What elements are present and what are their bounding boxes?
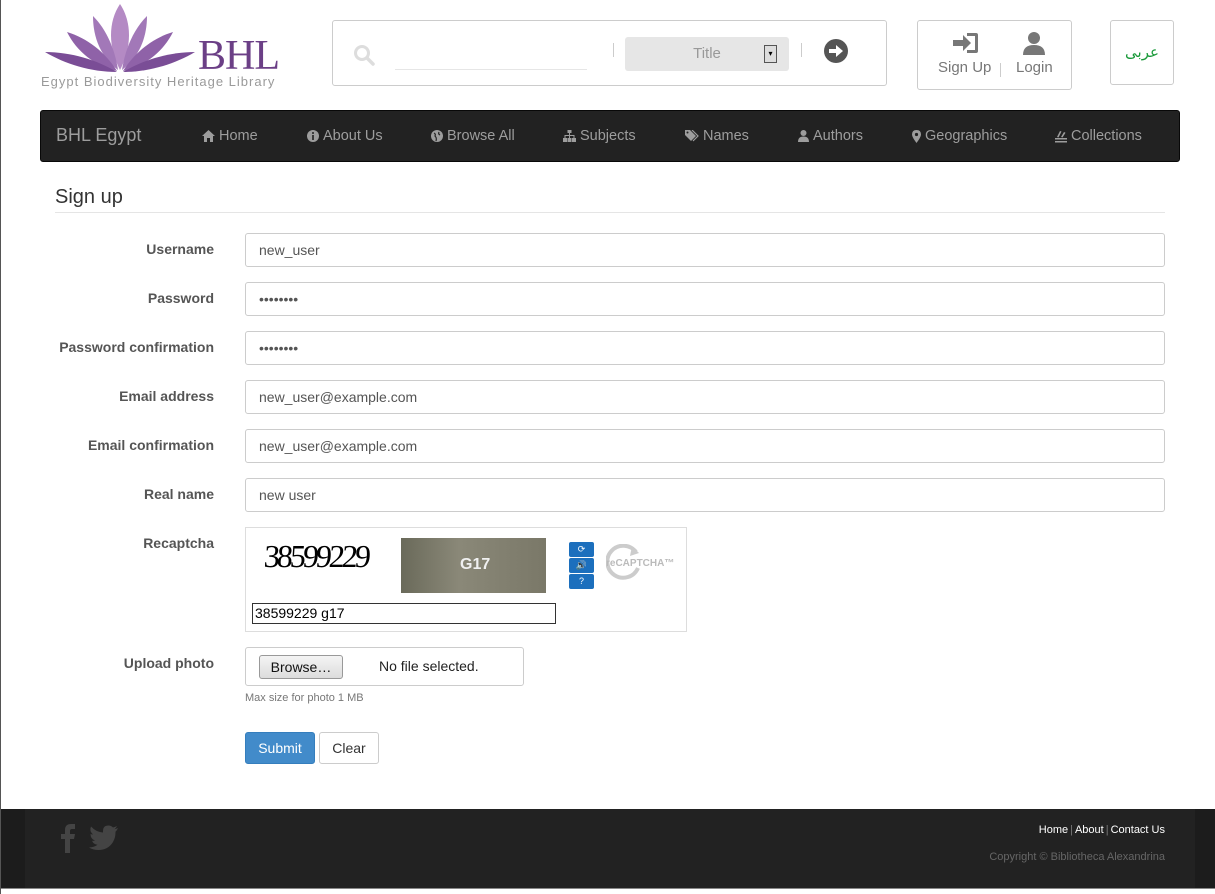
footer-link-contact[interactable]: Contact Us [1111, 824, 1165, 836]
recaptcha-logo-text: reCAPTCHA™ [606, 558, 675, 569]
search-icon[interactable] [353, 44, 375, 66]
main-navbar: BHL Egypt Home About Us Browse All Subje… [40, 110, 1180, 162]
footer-inner: Home | About | Contact Us Copyright © Biblio… [25, 809, 1195, 889]
info-icon [307, 130, 319, 142]
chevron-down-icon[interactable]: ▾ [764, 45, 777, 63]
recaptcha-widget: 38599229 G17 ⟳ 🔊 ? reCAPTCHA™ 38599229 g… [245, 527, 687, 632]
photo-upload-field[interactable]: Browse… No file selected. [245, 647, 524, 686]
sign-in-icon [952, 33, 978, 53]
audio-icon[interactable]: 🔊 [569, 558, 594, 573]
email-confirmation-label: Email confirmation [87, 437, 214, 453]
nav-item-names[interactable]: Names [685, 128, 749, 144]
clear-button[interactable]: Clear [319, 732, 379, 764]
captcha-controls: ⟳ 🔊 ? [569, 542, 595, 592]
footer: Home | About | Contact Us Copyright © Biblio… [1, 809, 1215, 894]
email-label: Email address [119, 388, 214, 404]
home-icon [202, 130, 215, 142]
logo-subtitle: Egypt Biodiversity Heritage Library [41, 74, 276, 89]
search-bar: Title ▾ [332, 20, 887, 86]
language-switch-button[interactable]: عربى [1110, 20, 1174, 85]
captcha-image: 38599229 G17 [254, 536, 551, 594]
nav-item-authors[interactable]: Authors [798, 128, 863, 144]
nav-item-geographics[interactable]: Geographics [912, 128, 1007, 144]
nav-item-label: Home [219, 128, 258, 144]
captcha-photo-text: G17 [460, 556, 491, 573]
captcha-photo: G17 [401, 538, 546, 593]
nav-item-subjects[interactable]: Subjects [563, 128, 636, 144]
facebook-icon[interactable] [61, 823, 75, 853]
divider [55, 212, 1165, 213]
divider [801, 43, 802, 57]
login-button[interactable]: Login [1016, 31, 1053, 76]
nav-item-label: Subjects [580, 128, 636, 144]
collections-icon [1055, 130, 1067, 142]
navbar-brand[interactable]: BHL Egypt [56, 125, 141, 146]
auth-panel: Sign Up Login [917, 20, 1072, 90]
nav-item-label: Names [703, 128, 749, 144]
nav-item-label: Collections [1071, 128, 1142, 144]
sitemap-icon [563, 130, 576, 142]
divider [1000, 63, 1001, 77]
footer-link-about[interactable]: About [1075, 824, 1104, 836]
arrow-circle-right-icon[interactable] [823, 38, 849, 64]
logo-text: BHL [198, 33, 280, 79]
copyright-text: Copyright © Bibliotheca Alexandrina [989, 851, 1165, 863]
tags-icon [685, 130, 699, 142]
upload-status: No file selected. [379, 658, 479, 674]
twitter-icon[interactable] [89, 825, 119, 851]
footer-links: Home | About | Contact Us [1039, 824, 1165, 836]
nav-item-collections[interactable]: Collections [1055, 128, 1142, 144]
bottom-strip [1, 888, 1215, 894]
user-icon [798, 130, 809, 142]
nav-item-label: Browse All [447, 128, 515, 144]
divider: | [1070, 824, 1073, 836]
submit-button[interactable]: Submit [245, 732, 315, 764]
signup-label: Sign Up [938, 59, 992, 76]
upload-help-text: Max size for photo 1 MB [245, 692, 364, 704]
refresh-icon[interactable]: ⟳ [569, 542, 594, 557]
upload-photo-label: Upload photo [123, 655, 214, 671]
captcha-answer-input[interactable]: 38599229 g17 [252, 603, 556, 624]
email-confirmation-field[interactable]: new_user@example.com [245, 429, 1165, 463]
nav-item-label: About Us [323, 128, 383, 144]
nav-item-home[interactable]: Home [202, 128, 258, 144]
password-confirmation-label: Password confirmation [59, 339, 214, 355]
divider: | [1105, 824, 1109, 836]
lotus-logo-icon [45, 4, 195, 72]
password-confirmation-field[interactable]: •••••••• [245, 331, 1165, 365]
footer-link-home[interactable]: Home [1039, 824, 1068, 836]
nav-item-label: Authors [813, 128, 863, 144]
username-field[interactable]: new_user [245, 233, 1165, 267]
login-label: Login [1016, 59, 1053, 76]
bhl-logo[interactable]: BHL Egypt Biodiversity Heritage Library [41, 2, 281, 92]
signup-button[interactable]: Sign Up [938, 31, 991, 76]
password-label: Password [147, 290, 214, 306]
username-label: Username [146, 241, 214, 257]
browse-button[interactable]: Browse… [259, 655, 343, 679]
language-label: عربى [1125, 44, 1159, 61]
search-field-select[interactable]: Title ▾ [625, 37, 789, 71]
map-marker-icon [912, 129, 921, 143]
password-field[interactable]: •••••••• [245, 282, 1165, 316]
globe-icon [431, 130, 443, 142]
real-name-label: Real name [143, 486, 214, 502]
help-icon[interactable]: ? [569, 574, 594, 589]
search-input[interactable] [395, 36, 587, 70]
captcha-image-text: 38599229 [262, 538, 370, 574]
search-field-value: Title [693, 45, 721, 62]
recaptcha-label: Recaptcha [143, 535, 214, 551]
user-icon [1023, 32, 1046, 55]
email-field[interactable]: new_user@example.com [245, 380, 1165, 414]
nav-item-label: Geographics [925, 128, 1008, 144]
nav-item-about-us[interactable]: About Us [307, 128, 383, 144]
real-name-field[interactable]: new user [245, 478, 1165, 512]
page-title: Sign up [55, 186, 123, 208]
nav-item-browse-all[interactable]: Browse All [431, 128, 515, 144]
divider [613, 43, 614, 57]
